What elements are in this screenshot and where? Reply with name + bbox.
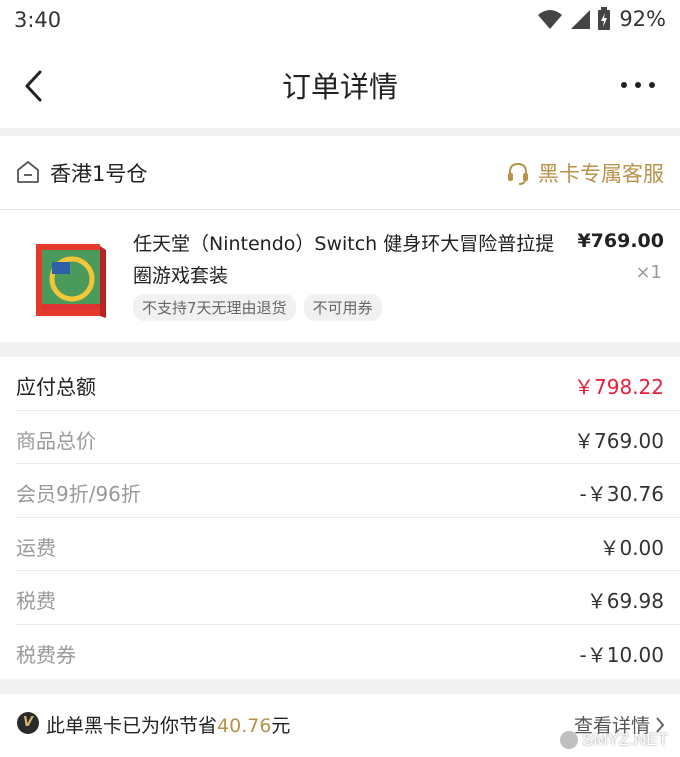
savings-suffix: 元 (271, 715, 291, 737)
page-title: 订单详情 (281, 70, 398, 104)
watermark-logo-icon (560, 731, 579, 749)
battery-icon (598, 7, 611, 30)
warehouse-home-icon (17, 161, 39, 183)
product-name: 任天堂（Nintendo）Switch 健身环大冒险普拉提圈游戏套装 (133, 233, 555, 287)
price-row-tax-coupon: 税费券 -￥10.00 (16, 625, 680, 679)
nav-bar: 订单详情 (0, 42, 680, 128)
savings-text: 此单黑卡已为你节省40.76元 (46, 711, 290, 738)
wifi-icon (538, 10, 563, 29)
price-label: 商品总价 (16, 428, 96, 453)
vip-customer-service-button[interactable]: 黑卡专属客服 (506, 158, 664, 188)
status-time: 3:40 (14, 8, 62, 32)
product-price: ¥769.00 (577, 230, 664, 252)
price-row-member-discount: 会员9折/96折 -￥30.76 (16, 464, 680, 518)
price-value: ￥0.00 (599, 535, 664, 560)
price-value: ￥69.98 (586, 589, 664, 614)
status-bar: 3:40 92% (0, 0, 680, 42)
watermark-text: SMYZ.NET (582, 730, 668, 749)
site-watermark: SMYZ.NET (560, 730, 668, 750)
headset-icon (508, 162, 528, 185)
store-name: 香港1号仓 (50, 162, 148, 186)
price-label: 税费券 (16, 642, 76, 667)
product-tags: 不支持7天无理由退货 不可用券 (133, 294, 382, 321)
price-value: ￥769.00 (574, 428, 664, 453)
savings-amount: 40.76 (217, 715, 272, 737)
price-label: 应付总额 (16, 375, 96, 399)
cellular-signal-icon (571, 10, 591, 29)
price-value: ￥798.22 (574, 375, 664, 399)
price-row-total: 应付总额 ￥798.22 (16, 357, 680, 411)
price-row-goods: 商品总价 ￥769.00 (16, 411, 680, 465)
product-image (36, 244, 106, 318)
product-item[interactable]: 任天堂（Nintendo）Switch 健身环大冒险普拉提圈游戏套装 ¥769.… (0, 210, 680, 342)
tag-no-coupon: 不可用券 (303, 294, 382, 321)
price-row-tax: 税费 ￥69.98 (16, 571, 680, 625)
price-label: 运费 (16, 535, 56, 560)
savings-prefix: 此单黑卡已为你节省 (46, 715, 218, 737)
price-label: 会员9折/96折 (16, 482, 141, 507)
tag-no-7day-return: 不支持7天无理由退货 (133, 294, 296, 321)
price-row-shipping: 运费 ￥0.00 (16, 518, 680, 572)
order-store-card: 香港1号仓 黑卡专属客服 任天堂（Nintendo）Switch 健身环大冒险普… (0, 136, 680, 342)
store-row: 香港1号仓 黑卡专属客服 (0, 136, 680, 210)
price-breakdown-card: 应付总额 ￥798.22 商品总价 ￥769.00 会员9折/96折 -￥30.… (0, 357, 680, 679)
service-label: 黑卡专属客服 (538, 162, 664, 186)
price-value: -￥30.76 (579, 482, 664, 507)
vip-badge-icon: V (17, 712, 39, 734)
price-value: -￥10.00 (579, 642, 664, 667)
product-quantity: ×1 (635, 262, 662, 283)
battery-percent: 92% (619, 7, 666, 31)
more-options-icon[interactable] (618, 72, 658, 98)
price-label: 税费 (16, 589, 56, 614)
status-icons: 92% (537, 7, 666, 31)
